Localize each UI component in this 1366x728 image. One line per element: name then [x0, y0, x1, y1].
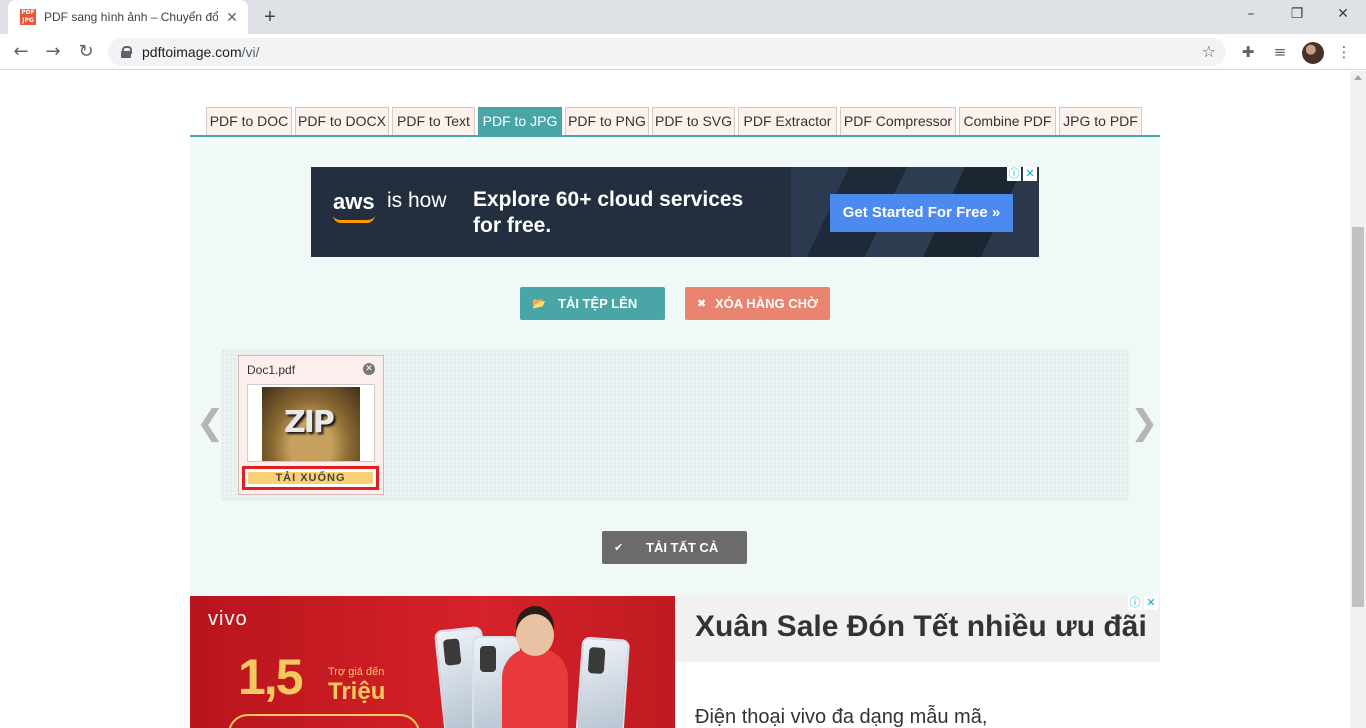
- vivo-ad-header: Xuân Sale Đón Tết nhiều ưu đãi: [675, 596, 1160, 662]
- tab-pdf-to-docx[interactable]: PDF to DOCX: [295, 107, 389, 135]
- browser-toolbar: ← → ↻ pdftoimage.com/vi/ ☆ ✚ ≡ ⋮: [0, 34, 1366, 70]
- aws-logo: aws: [333, 189, 375, 214]
- ad-close-icon[interactable]: ✕: [1023, 167, 1037, 181]
- ad-close-icon[interactable]: ✕: [1144, 596, 1158, 610]
- aws-smile-logo-icon: [333, 215, 375, 223]
- tab-title: PDF sang hình ảnh – Chuyển đổi: [44, 10, 218, 24]
- file-name: Doc1.pdf: [247, 363, 296, 377]
- tab-pdf-to-jpg[interactable]: PDF to JPG: [478, 107, 562, 135]
- page-content: PDF to DOC PDF to DOCX PDF to Text PDF t…: [0, 71, 1350, 728]
- tab-pdf-to-svg[interactable]: PDF to SVG: [652, 107, 735, 135]
- menu-icon[interactable]: ⋮: [1334, 42, 1354, 62]
- tab-close-icon[interactable]: ✕: [224, 9, 240, 25]
- queue-next-arrow-icon[interactable]: ❯: [1130, 403, 1159, 443]
- file-card: Doc1.pdf ✕ ZIP TẢI XUỐNG: [238, 355, 384, 495]
- close-window-icon[interactable]: ✕: [1320, 0, 1366, 30]
- minimize-icon[interactable]: –: [1228, 0, 1274, 30]
- tab-jpg-to-pdf[interactable]: JPG to PDF: [1059, 107, 1142, 135]
- address-bar[interactable]: pdftoimage.com/vi/ ☆: [108, 38, 1226, 66]
- vivo-ad-description: Điện thoại vivo đa dạng mẫu mã,: [695, 706, 988, 728]
- remove-file-icon[interactable]: ✕: [363, 363, 375, 375]
- reload-icon[interactable]: ↻: [73, 39, 99, 65]
- phone-image: [573, 636, 631, 728]
- bookmark-star-icon[interactable]: ☆: [1202, 42, 1216, 61]
- back-icon[interactable]: ←: [8, 39, 34, 65]
- page-scrollbar[interactable]: [1350, 71, 1366, 728]
- adchoices-info-icon[interactable]: ⓘ: [1128, 596, 1142, 610]
- browser-tab[interactable]: PDF JPG PDF sang hình ảnh – Chuyển đổi ✕: [8, 0, 248, 34]
- scroll-up-icon[interactable]: [1354, 75, 1362, 80]
- aws-tagline: is how: [387, 189, 447, 212]
- tab-pdf-extractor[interactable]: PDF Extractor: [738, 107, 837, 135]
- vivo-banner-ad[interactable]: vivo 1,5 Trợ giá đến Triệu Xuân Sale Đón…: [190, 596, 1160, 728]
- converter-tabs: PDF to DOC PDF to DOCX PDF to Text PDF t…: [190, 107, 1160, 137]
- vivo-amount: 1,5: [238, 649, 304, 705]
- file-thumbnail: ZIP: [247, 384, 375, 462]
- aws-cta-button[interactable]: Get Started For Free »: [830, 194, 1013, 232]
- upload-files-button[interactable]: 📂 TẢI TỆP LÊN: [520, 287, 665, 320]
- close-icon: ✖: [697, 297, 707, 310]
- ad-person-image: [502, 614, 568, 728]
- clear-queue-button[interactable]: ✖ XÓA HÀNG CHỜ: [685, 287, 830, 320]
- folder-open-icon: 📂: [532, 297, 546, 310]
- vivo-small-text: Trợ giá đến: [328, 666, 385, 678]
- profile-avatar[interactable]: [1302, 42, 1324, 64]
- converter-panel: aws is how Explore 60+ cloud services fo…: [190, 137, 1160, 599]
- check-icon: ✔: [614, 541, 624, 554]
- media-control-icon[interactable]: ≡: [1270, 42, 1290, 62]
- download-file-button[interactable]: TẢI XUỐNG: [242, 466, 379, 490]
- aws-banner-ad[interactable]: aws is how Explore 60+ cloud services fo…: [311, 167, 1039, 257]
- restore-icon[interactable]: ❐: [1274, 0, 1320, 30]
- tab-pdf-to-png[interactable]: PDF to PNG: [565, 107, 649, 135]
- pdf-favicon-icon: PDF JPG: [20, 9, 36, 25]
- adchoices-info-icon[interactable]: ⓘ: [1007, 167, 1021, 181]
- aws-headline: Explore 60+ cloud services for free.: [473, 188, 744, 237]
- vivo-ad-image: vivo 1,5 Trợ giá đến Triệu: [190, 596, 675, 728]
- extensions-icon[interactable]: ✚: [1238, 42, 1258, 62]
- tab-combine-pdf[interactable]: Combine PDF: [959, 107, 1056, 135]
- browser-tab-bar: PDF JPG PDF sang hình ảnh – Chuyển đổi ✕ …: [0, 0, 1366, 34]
- zip-thumbnail-image: ZIP: [262, 387, 360, 461]
- forward-icon[interactable]: →: [40, 39, 66, 65]
- vivo-unit: Triệu: [328, 678, 386, 705]
- tab-pdf-to-text[interactable]: PDF to Text: [392, 107, 475, 135]
- tab-pdf-to-doc[interactable]: PDF to DOC: [206, 107, 292, 135]
- url-text: pdftoimage.com/vi/: [142, 44, 260, 60]
- new-tab-icon[interactable]: +: [258, 6, 282, 30]
- lock-icon: [120, 46, 132, 58]
- download-all-button[interactable]: ✔ TẢI TẤT CẢ: [602, 531, 747, 564]
- scrollbar-thumb[interactable]: [1352, 227, 1364, 607]
- vivo-logo: vivo: [208, 608, 248, 630]
- tab-pdf-compressor[interactable]: PDF Compressor: [840, 107, 956, 135]
- vivo-pill-shape: [228, 714, 420, 728]
- vivo-ad-title: Xuân Sale Đón Tết nhiều ưu đãi: [695, 610, 1147, 643]
- queue-prev-arrow-icon[interactable]: ❮: [196, 403, 225, 443]
